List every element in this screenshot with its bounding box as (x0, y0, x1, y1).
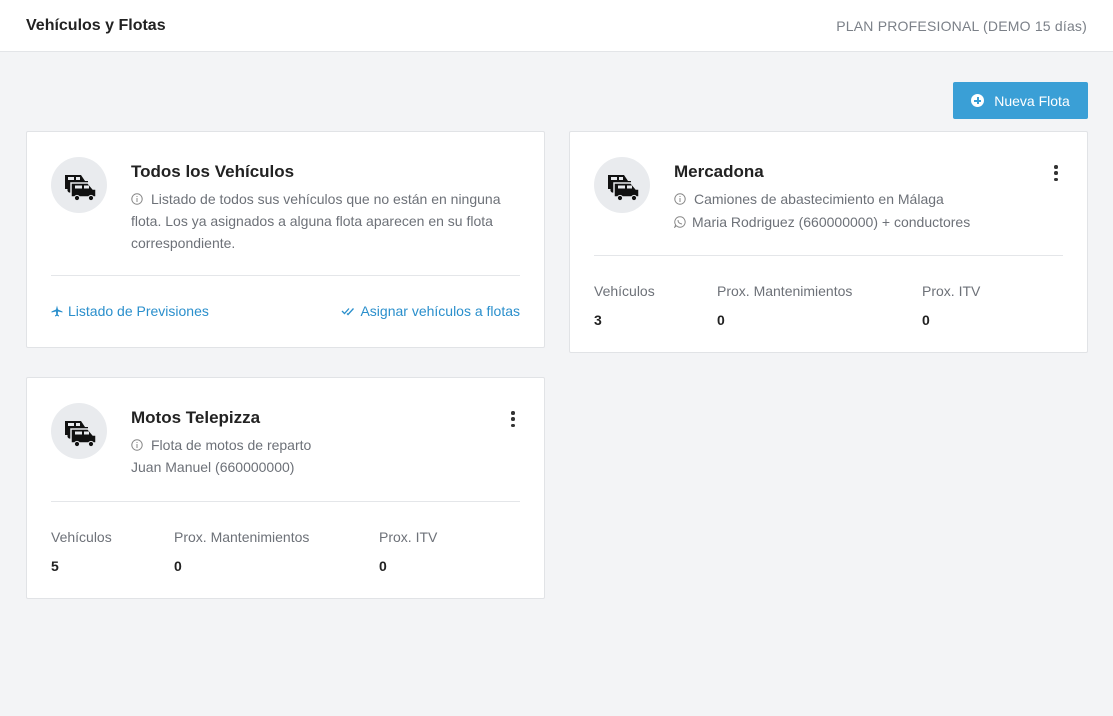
divider (51, 275, 520, 276)
card-description: Listado de todos sus vehículos que no es… (131, 188, 523, 254)
assign-vehicles-link[interactable]: Asignar vehículos a flotas (341, 303, 520, 319)
stat-label: Prox. ITV (379, 529, 438, 545)
vehicles-icon (51, 157, 107, 213)
vehicles-icon (594, 157, 650, 213)
more-vertical-icon[interactable] (510, 411, 516, 427)
stat-vehicles: Vehículos 3 (594, 283, 655, 328)
stat-value: 0 (379, 558, 387, 574)
plus-circle-icon (971, 94, 985, 107)
stat-itv: Prox. ITV 0 (922, 283, 980, 328)
fleet-card-motos-telepizza[interactable]: Motos Telepizza Flota de motos de repart… (26, 377, 545, 599)
divider (594, 255, 1063, 256)
card-description: Flota de motos de reparto Juan Manuel (6… (131, 434, 523, 478)
card-description: Camiones de abastecimiento en Málaga Mar… (674, 188, 1066, 233)
divider (51, 501, 520, 502)
stat-value: 0 (174, 558, 182, 574)
check-double-icon (342, 308, 355, 316)
info-icon (131, 439, 143, 451)
stat-label: Vehículos (51, 529, 112, 545)
stat-value: 5 (51, 558, 59, 574)
whatsapp-icon (674, 216, 686, 228)
stat-itv: Prox. ITV 0 (379, 529, 437, 574)
stat-label: Prox. Mantenimientos (717, 283, 853, 299)
card-title: Todos los Vehículos (131, 162, 295, 181)
stat-vehicles: Vehículos 5 (51, 529, 112, 574)
card-title: Motos Telepizza (131, 408, 261, 427)
stat-maintenance: Prox. Mantenimientos 0 (174, 529, 309, 574)
top-bar: Vehículos y Flotas PLAN PROFESIONAL (DEM… (0, 0, 1113, 52)
page-title: Vehículos y Flotas (26, 16, 166, 34)
contact-text: Maria Rodriguez (660000000) + conductore… (692, 214, 971, 230)
stat-value: 0 (922, 312, 930, 328)
info-icon (674, 193, 686, 205)
new-fleet-label: Nueva Flota (994, 92, 1070, 109)
plane-icon (51, 305, 63, 317)
description-text: Listado de todos sus vehículos que no es… (131, 191, 501, 251)
fleet-card-mercadona[interactable]: Mercadona Camiones de abastecimiento en … (569, 131, 1088, 353)
new-fleet-button[interactable]: Nueva Flota (953, 82, 1088, 119)
assign-vehicles-label: Asignar vehículos a flotas (360, 303, 520, 319)
card-title: Mercadona (674, 162, 764, 181)
stat-label: Vehículos (594, 283, 655, 299)
all-vehicles-card[interactable]: Todos los Vehículos Listado de todos sus… (26, 131, 545, 348)
description-text: Camiones de abastecimiento en Málaga (694, 191, 944, 207)
stat-value: 0 (717, 312, 725, 328)
stat-value: 3 (594, 312, 602, 328)
vehicles-icon (51, 403, 107, 459)
stat-label: Prox. ITV (922, 283, 981, 299)
forecasts-link[interactable]: Listado de Previsiones (51, 303, 209, 319)
more-vertical-icon[interactable] (1053, 165, 1059, 181)
plan-status: PLAN PROFESIONAL (DEMO 15 días) (836, 17, 1087, 34)
stat-label: Prox. Mantenimientos (174, 529, 310, 545)
description-text: Flota de motos de reparto (151, 437, 312, 453)
info-icon (131, 193, 143, 205)
stat-maintenance: Prox. Mantenimientos 0 (717, 283, 852, 328)
contact-text: Juan Manuel (660000000) (131, 459, 295, 475)
forecasts-link-label: Listado de Previsiones (68, 303, 209, 319)
